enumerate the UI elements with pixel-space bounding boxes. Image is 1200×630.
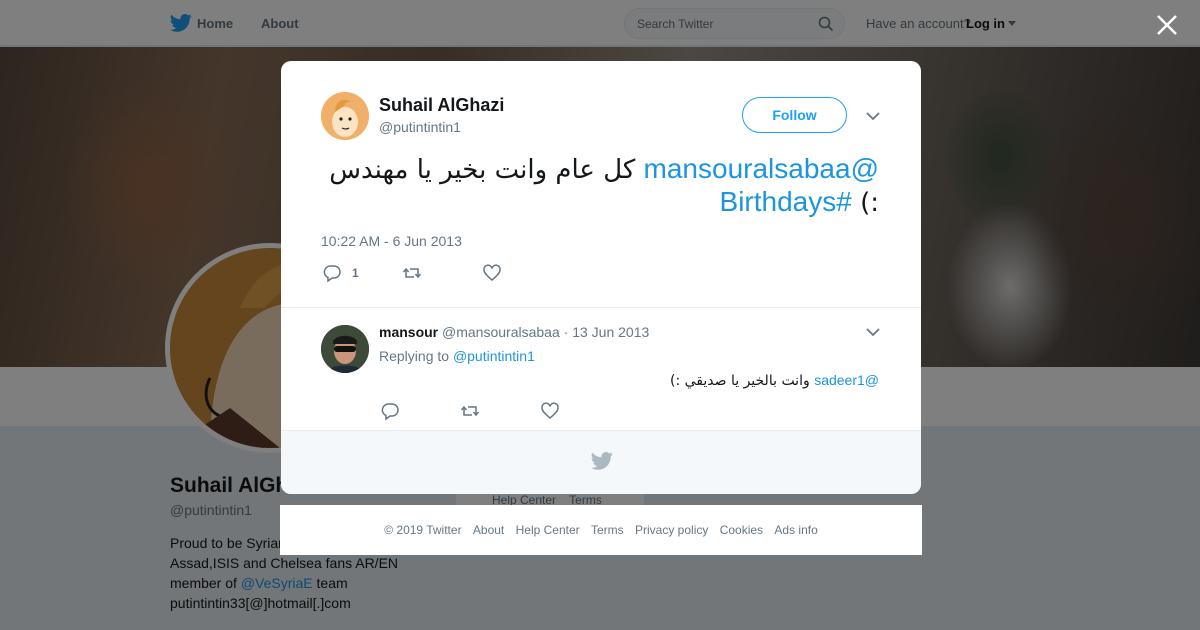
retweet-icon[interactable] bbox=[460, 401, 480, 421]
reply-icon[interactable] bbox=[322, 263, 342, 283]
retweet-icon[interactable] bbox=[402, 263, 422, 283]
footer-ads-link[interactable]: Ads info bbox=[774, 523, 817, 537]
footer-cookies-link[interactable]: Cookies bbox=[720, 523, 763, 537]
footer-help-link[interactable]: Help Center bbox=[516, 523, 580, 537]
heart-icon[interactable] bbox=[540, 401, 560, 421]
footer-terms-link[interactable]: Terms bbox=[591, 523, 624, 537]
chevron-down-icon[interactable] bbox=[865, 108, 881, 124]
reply-mention-link[interactable]: @sadeer1 bbox=[814, 372, 879, 388]
author-name[interactable]: Suhail AlGhazi bbox=[379, 95, 504, 116]
reply-count: 1 bbox=[352, 266, 359, 280]
footer-copyright: © 2019 Twitter bbox=[384, 523, 462, 537]
tweet-mention-link[interactable]: @mansouralsabaa bbox=[644, 153, 879, 184]
reply-body-arabic: وانت بالخير يا صديقي :) bbox=[670, 373, 810, 389]
twitter-bird-icon bbox=[591, 452, 613, 470]
replying-to-label: Replying to bbox=[379, 348, 450, 364]
footer-privacy-link[interactable]: Privacy policy bbox=[635, 523, 708, 537]
tweet-timestamp[interactable]: 10:22 AM - 6 Jun 2013 bbox=[321, 233, 462, 249]
reply-text: @sadeer1 وانت بالخير يا صديقي :) bbox=[379, 372, 879, 389]
author-handle[interactable]: @putintintin1 bbox=[379, 119, 461, 135]
tweet-modal: Suhail AlGhazi @putintintin1 Follow @man… bbox=[281, 61, 921, 494]
tweet-text: @mansouralsabaa كل عام وانت بخير يا مهند… bbox=[321, 153, 879, 219]
reply-author-avatar[interactable] bbox=[321, 325, 369, 373]
reply-icon[interactable] bbox=[380, 401, 400, 421]
reply-avatar-image bbox=[321, 325, 369, 373]
close-icon[interactable] bbox=[1155, 13, 1179, 37]
modal-footer bbox=[281, 430, 921, 494]
chevron-down-icon[interactable] bbox=[865, 324, 881, 340]
heart-icon[interactable] bbox=[482, 263, 502, 283]
page-footer: © 2019 Twitter About Help Center Terms P… bbox=[280, 505, 922, 555]
divider bbox=[281, 307, 921, 308]
tweet-hashtag-link[interactable]: #Birthdays bbox=[720, 186, 852, 217]
reply-header: mansour @mansouralsabaa · 13 Jun 2013 bbox=[379, 324, 649, 340]
author-avatar[interactable] bbox=[321, 92, 369, 140]
reply-author-handle[interactable]: @mansouralsabaa bbox=[442, 324, 560, 340]
replying-to-link[interactable]: @putintintin1 bbox=[453, 348, 535, 364]
footer-about-link[interactable]: About bbox=[473, 523, 504, 537]
reply-author-name[interactable]: mansour bbox=[379, 324, 438, 340]
tintin-avatar-image bbox=[321, 92, 369, 140]
follow-button[interactable]: Follow bbox=[742, 97, 847, 133]
replying-to: Replying to @putintintin1 bbox=[379, 348, 535, 364]
reply-date[interactable]: · 13 Jun 2013 bbox=[564, 324, 650, 340]
